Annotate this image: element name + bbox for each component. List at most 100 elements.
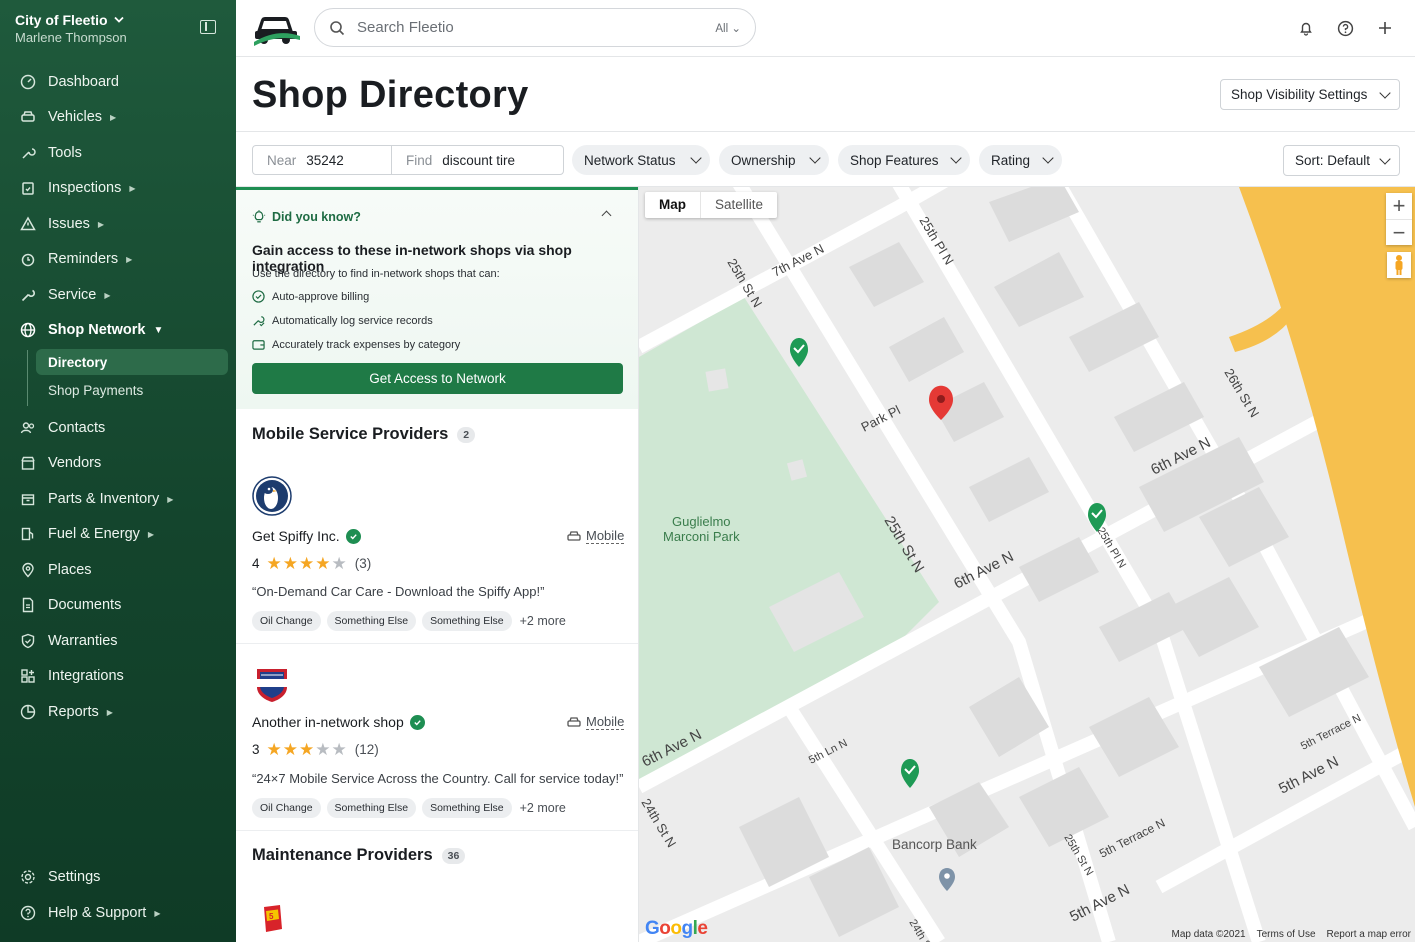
collapse-chevron-icon[interactable] xyxy=(601,210,612,221)
shop-list-panel[interactable]: Did you know? Gain access to these in-ne… xyxy=(236,187,639,942)
map-canvas[interactable]: 7th Ave N 25th St N 25th Pl N Park Pl 26… xyxy=(639,187,1415,942)
shop-visibility-settings-button[interactable]: Shop Visibility Settings xyxy=(1220,79,1400,110)
park-label: Guglielmo Marconi Park xyxy=(663,514,740,544)
report-error-link[interactable]: Report a map error xyxy=(1327,929,1411,940)
shop-pin-icon[interactable] xyxy=(901,759,919,788)
caret-right-icon: ▶ xyxy=(126,254,133,264)
find-field[interactable]: Find discount tire xyxy=(392,146,515,174)
bank-label: Bancorp Bank xyxy=(892,837,977,852)
global-search[interactable]: All ⌄ xyxy=(314,8,756,47)
terms-link[interactable]: Terms of Use xyxy=(1257,929,1316,940)
org-switcher[interactable]: City of Fleetio Marlene Thompson xyxy=(15,12,127,45)
shop-card[interactable]: Get Spiffy Inc. Mobile 4 ★ ★ ★ ★ ★ (3) “On-D… xyxy=(236,472,638,642)
map-tab[interactable]: Map xyxy=(645,192,700,218)
caret-right-icon: ▶ xyxy=(167,494,174,504)
review-count: (3) xyxy=(354,556,372,571)
shop-name[interactable]: Get Spiffy Inc. xyxy=(252,528,361,544)
zoom-out-button[interactable]: − xyxy=(1386,219,1412,245)
help-icon[interactable] xyxy=(1335,18,1355,38)
sidebar-item-issues[interactable]: Issues ▶ xyxy=(0,207,236,241)
car-icon xyxy=(567,717,581,727)
sidebar-item-inspections[interactable]: Inspections ▶ xyxy=(0,171,236,205)
sidebar-item-vendors[interactable]: Vendors xyxy=(0,446,236,480)
sidebar-item-shop-network[interactable]: Shop Network ▼ xyxy=(0,313,236,347)
benefit-text: Auto-approve billing xyxy=(272,290,370,303)
sidebar-item-label: Parts & Inventory xyxy=(48,491,160,507)
shop-name[interactable]: Another in-network shop xyxy=(252,714,425,730)
wrench-check-icon xyxy=(253,316,265,327)
shop-pin-icon[interactable] xyxy=(790,338,808,367)
box-icon xyxy=(20,491,36,507)
shop-map[interactable]: 7th Ave N 25th St N 25th Pl N Park Pl 26… xyxy=(639,187,1415,942)
sidebar-item-label: Integrations xyxy=(48,668,124,684)
caret-right-icon: ▶ xyxy=(110,112,117,122)
get-access-button[interactable]: Get Access to Network xyxy=(252,363,623,394)
service-tag: Something Else xyxy=(326,798,417,818)
sidebar-item-integrations[interactable]: Integrations xyxy=(0,659,236,693)
star-empty-icon: ★ xyxy=(331,740,347,759)
bell-icon[interactable] xyxy=(1296,18,1316,38)
near-field[interactable]: Near 35242 xyxy=(253,146,392,174)
sidebar-item-settings[interactable]: Settings xyxy=(0,860,236,894)
sidebar-item-fuel-energy[interactable]: Fuel & Energy ▶ xyxy=(0,517,236,551)
more-tags-link[interactable]: +2 more xyxy=(520,614,566,628)
shop-rating: 4 ★ ★ ★ ★ ★ (3) xyxy=(252,555,371,572)
network-status-filter[interactable]: Network Status xyxy=(572,145,710,175)
plus-icon[interactable] xyxy=(1375,18,1395,38)
zoom-in-button[interactable]: + xyxy=(1386,193,1412,219)
shop-name-text: Get Spiffy Inc. xyxy=(252,528,340,544)
sidebar-item-reports[interactable]: Reports ▶ xyxy=(0,695,236,729)
sidebar-item-reminders[interactable]: Reminders ▶ xyxy=(0,242,236,276)
section-title-text: Maintenance Providers xyxy=(252,846,433,864)
shop-tagline: “On-Demand Car Care - Download the Spiff… xyxy=(252,584,545,599)
page-title: Shop Directory xyxy=(252,74,529,116)
fleetio-logo[interactable] xyxy=(252,10,302,46)
star-empty-icon: ★ xyxy=(331,554,347,573)
satellite-tab[interactable]: Satellite xyxy=(700,192,777,218)
place-pin-icon[interactable] xyxy=(939,868,955,891)
sidebar-subitem-directory[interactable]: Directory xyxy=(36,349,228,375)
sidebar-item-contacts[interactable]: Contacts xyxy=(0,411,236,445)
benefit-item: Accurately track expenses by category xyxy=(252,338,460,351)
sidebar-item-label: Vendors xyxy=(48,455,102,471)
sidebar-item-documents[interactable]: Documents xyxy=(0,588,236,622)
sidebar-item-parts-inventory[interactable]: Parts & Inventory ▶ xyxy=(0,482,236,516)
sidebar-item-tools[interactable]: Tools xyxy=(0,136,236,170)
sidebar-item-places[interactable]: Places xyxy=(0,553,236,587)
card-divider xyxy=(236,830,638,831)
google-logo: Google xyxy=(645,918,708,939)
chip-label: Network Status xyxy=(584,152,676,168)
place-pin-dot xyxy=(944,873,950,879)
map-footer: Map data ©2021 Terms of Use Report a map… xyxy=(1172,929,1411,940)
rating-filter[interactable]: Rating xyxy=(979,145,1062,175)
shop-card[interactable]: Another in-network shop Mobile 3 ★ ★ ★ ★ ★ (… xyxy=(236,659,638,829)
street-view-pegman-icon[interactable] xyxy=(1387,252,1411,278)
sidebar-item-vehicles[interactable]: Vehicles ▶ xyxy=(0,100,236,134)
mobile-providers-heading: Mobile Service Providers 2 xyxy=(252,425,476,444)
star-filled-icon: ★ xyxy=(282,554,299,573)
sidebar-item-help-support[interactable]: Help & Support ▶ xyxy=(0,896,236,930)
sidebar-item-service[interactable]: Service ▶ xyxy=(0,278,236,312)
ownership-filter[interactable]: Ownership xyxy=(719,145,829,175)
sidebar-item-warranties[interactable]: Warranties xyxy=(0,624,236,658)
star-rating: ★ ★ ★ ★ ★ xyxy=(267,741,347,758)
benefit-item: Automatically log service records xyxy=(252,314,433,327)
map-type-toggle: Map Satellite xyxy=(645,192,778,218)
star-filled-icon: ★ xyxy=(266,554,282,573)
car-icon xyxy=(567,531,581,541)
gear-icon xyxy=(20,869,36,885)
more-tags-link[interactable]: +2 more xyxy=(520,801,566,815)
lightbulb-icon xyxy=(252,210,266,223)
shop-features-filter[interactable]: Shop Features xyxy=(838,145,970,175)
search-scope-select[interactable]: All ⌄ xyxy=(715,21,741,35)
sidebar-item-label: Places xyxy=(48,562,92,578)
sidebar-collapse-icon[interactable] xyxy=(200,20,216,34)
sidebar-subitem-shop-payments[interactable]: Shop Payments xyxy=(36,377,228,403)
sidebar-item-dashboard[interactable]: Dashboard xyxy=(0,65,236,99)
find-value: discount tire xyxy=(442,152,516,168)
search-input[interactable] xyxy=(357,19,677,36)
sort-select[interactable]: Sort: Default xyxy=(1283,145,1400,176)
document-icon xyxy=(20,597,36,613)
street-label: 5th Terrace N xyxy=(1097,816,1167,861)
sidebar-item-label: Documents xyxy=(48,597,122,613)
